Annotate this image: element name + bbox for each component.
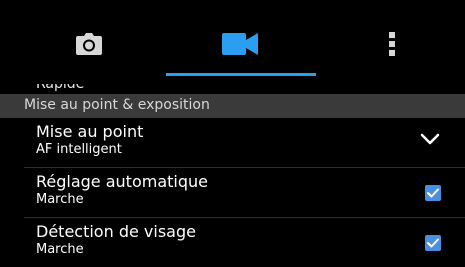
clipped-setting-row[interactable]: Rapide [0,84,465,94]
camera-icon [76,33,102,55]
checkmark-icon [427,188,439,198]
setting-focus-mode[interactable]: Mise au point AF intelligent [0,119,465,167]
setting-value: Marche [36,242,84,257]
vertical-ellipsis-icon [389,32,395,56]
setting-title: Détection de visage [36,222,196,241]
active-tab-indicator [166,73,316,76]
setting-face-detection[interactable]: Détection de visage Marche [0,219,465,267]
section-header: Mise au point & exposition [0,94,465,118]
divider [24,167,465,168]
checkmark-icon [427,238,439,248]
section-title: Mise au point & exposition [24,97,210,113]
tab-video[interactable] [210,26,270,62]
chevron-down-icon[interactable] [420,129,440,149]
setting-value: AF intelligent [36,142,122,157]
auto-adjust-checkbox[interactable] [425,185,441,201]
tab-more[interactable] [362,26,422,62]
setting-title: Réglage automatique [36,172,208,191]
clipped-setting-value: Rapide [36,84,85,92]
video-camera-icon [222,33,258,55]
setting-value: Marche [36,192,84,207]
mode-tab-bar [0,0,465,84]
camera-settings-screen: Rapide Mise au point & exposition Mise a… [0,0,465,267]
divider [24,217,465,218]
setting-auto-adjust[interactable]: Réglage automatique Marche [0,169,465,217]
setting-title: Mise au point [36,122,144,141]
face-detection-checkbox[interactable] [425,235,441,251]
tab-camera[interactable] [59,26,119,62]
